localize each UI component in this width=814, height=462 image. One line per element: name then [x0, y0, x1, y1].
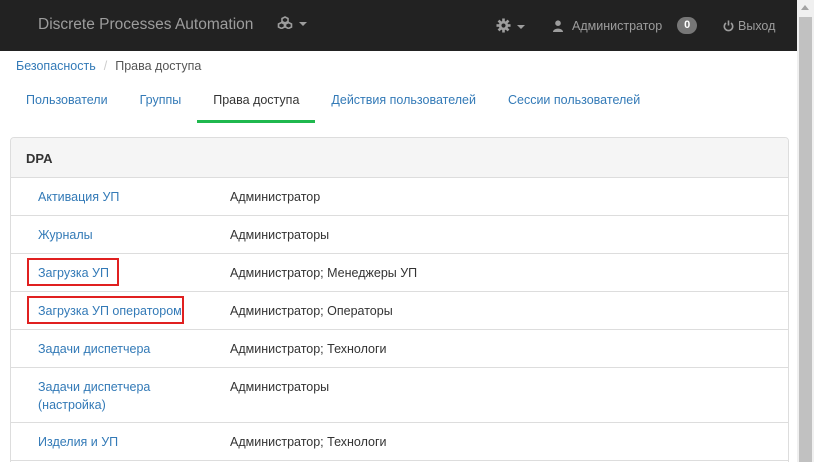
table-row: Изделия и УП Администратор; Технологи: [11, 423, 788, 461]
cubes-icon: [277, 16, 293, 29]
tab-groups[interactable]: Группы: [124, 80, 198, 123]
permission-link[interactable]: Изделия и УП: [38, 435, 118, 449]
table-row: Активация УП Администратор: [11, 178, 788, 216]
apps-menu[interactable]: [277, 16, 307, 29]
table-row: Журналы Администраторы: [11, 216, 788, 254]
permission-roles: Администратор; Технологи: [230, 435, 387, 449]
gear-icon: [496, 18, 511, 33]
table-row: Задачи диспетчера Администратор; Техноло…: [11, 330, 788, 368]
notification-badge[interactable]: 0: [677, 17, 698, 34]
logout-label: Выход: [738, 18, 776, 33]
scroll-up-icon[interactable]: [801, 5, 809, 10]
permission-roles: Администратор; Менеджеры УП: [230, 266, 418, 280]
user-name: Администратор: [572, 18, 663, 33]
chevron-down-icon: [299, 21, 307, 26]
user-icon: [553, 19, 563, 32]
breadcrumb-security-link[interactable]: Безопасность: [16, 59, 96, 73]
permission-roles: Администраторы: [230, 380, 330, 394]
settings-menu[interactable]: [496, 0, 525, 51]
scrollbar-thumb[interactable]: [799, 17, 812, 462]
user-menu[interactable]: Администратор 0: [553, 0, 698, 51]
permission-roles: Администратор: [230, 190, 321, 204]
permissions-panel: DPA Активация УП Администратор Журналы А…: [10, 137, 789, 462]
tab-user-actions[interactable]: Действия пользователей: [315, 80, 492, 123]
breadcrumb-current: Права доступа: [115, 59, 202, 73]
breadcrumb: Безопасность / Права доступа: [16, 59, 201, 73]
permission-link[interactable]: Журналы: [38, 228, 93, 242]
logout-button[interactable]: Выход: [723, 0, 775, 51]
breadcrumb-separator: /: [103, 59, 108, 73]
chevron-down-icon: [517, 24, 525, 29]
tab-users[interactable]: Пользователи: [10, 80, 124, 123]
tabs: Пользователи Группы Права доступа Действ…: [10, 80, 656, 123]
permission-roles: Администратор; Операторы: [230, 304, 393, 318]
permission-roles: Администраторы: [230, 228, 330, 242]
tab-access-rights[interactable]: Права доступа: [197, 80, 316, 123]
panel-title: DPA: [11, 138, 788, 178]
permission-link[interactable]: Задачи диспетчера (настройка): [38, 380, 150, 412]
permission-link[interactable]: Загрузка УП: [38, 266, 109, 280]
permission-link[interactable]: Задачи диспетчера: [38, 342, 150, 356]
tab-user-sessions[interactable]: Сессии пользователей: [492, 80, 656, 123]
power-icon: [723, 20, 734, 32]
table-row: Загрузка УП Администратор; Менеджеры УП: [11, 254, 788, 292]
brand-link[interactable]: Discrete Processes Automation: [38, 16, 253, 34]
table-row: Задачи диспетчера (настройка) Администра…: [11, 368, 788, 423]
page: Discrete Processes Automation Администра…: [0, 0, 797, 462]
navbar: Discrete Processes Automation Администра…: [0, 0, 797, 51]
permission-roles: Администратор; Технологи: [230, 342, 387, 356]
permission-link[interactable]: Загрузка УП оператором: [38, 304, 182, 318]
table-row: Загрузка УП оператором Администратор; Оп…: [11, 292, 788, 330]
permission-link[interactable]: Активация УП: [38, 190, 119, 204]
vertical-scrollbar[interactable]: [797, 0, 814, 462]
